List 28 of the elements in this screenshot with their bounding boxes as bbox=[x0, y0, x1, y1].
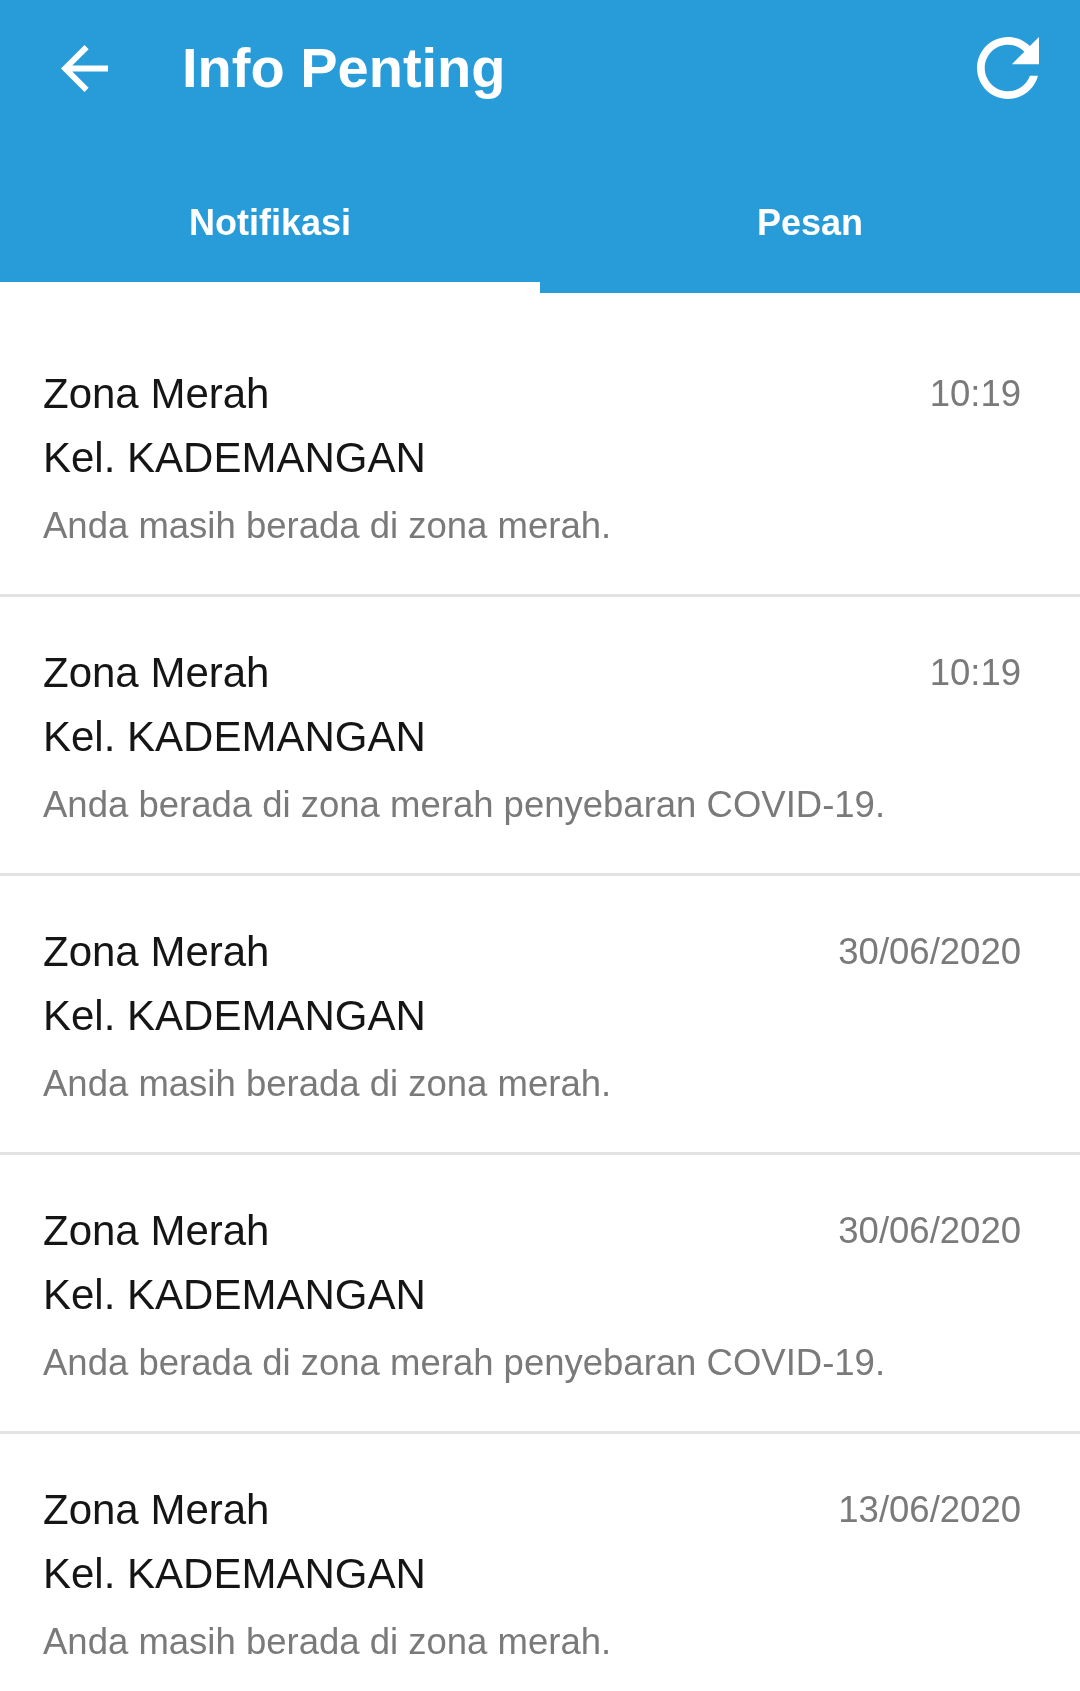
notification-time: 10:19 bbox=[929, 651, 1021, 695]
notification-area: Kel. KADEMANGAN bbox=[43, 426, 426, 490]
notification-message: Anda berada di zona merah penyebaran COVID-19. bbox=[43, 1341, 886, 1385]
notification-time: 30/06/2020 bbox=[838, 930, 1021, 974]
notification-item[interactable]: Zona Merah 30/06/2020 Kel. KADEMANGAN Anda masih berada di zona merah. bbox=[0, 873, 1080, 1152]
notification-area: Kel. KADEMANGAN bbox=[43, 984, 426, 1048]
notification-time: 13/06/2020 bbox=[838, 1488, 1021, 1532]
notification-message: Anda masih berada di zona merah. bbox=[43, 1620, 612, 1664]
refresh-icon[interactable] bbox=[977, 37, 1039, 99]
notification-item[interactable]: Zona Merah 10:19 Kel. KADEMANGAN Anda berada di zona merah penyebaran COVID-19. bbox=[0, 594, 1080, 873]
notification-message: Anda masih berada di zona merah. bbox=[43, 504, 612, 548]
notification-item[interactable]: Zona Merah 13/06/2020 Kel. KADEMANGAN Anda masih berada di zona merah. bbox=[0, 1431, 1080, 1691]
notification-area: Kel. KADEMANGAN bbox=[43, 1263, 426, 1327]
notification-title: Zona Merah bbox=[43, 648, 270, 698]
screen-title: Info Penting bbox=[182, 35, 507, 102]
notification-area: Kel. KADEMANGAN bbox=[43, 1542, 426, 1606]
notification-message: Anda masih berada di zona merah. bbox=[43, 1062, 612, 1106]
notification-time: 10:19 bbox=[929, 372, 1021, 416]
notification-time: 30/06/2020 bbox=[838, 1209, 1021, 1253]
notification-item[interactable]: Zona Merah 10:19 Kel. KADEMANGAN Anda masih berada di zona merah. bbox=[0, 318, 1080, 594]
notification-title: Zona Merah bbox=[43, 1206, 270, 1256]
notification-title: Zona Merah bbox=[43, 1485, 270, 1535]
notification-area: Kel. KADEMANGAN bbox=[43, 705, 426, 769]
notification-message: Anda berada di zona merah penyebaran COVID-19. bbox=[43, 783, 886, 827]
back-arrow-icon[interactable] bbox=[61, 44, 108, 92]
notification-item[interactable]: Zona Merah 30/06/2020 Kel. KADEMANGAN Anda berada di zona merah penyebaran COVID-19. bbox=[0, 1152, 1080, 1431]
notification-title: Zona Merah bbox=[43, 369, 270, 419]
notification-title: Zona Merah bbox=[43, 927, 270, 977]
